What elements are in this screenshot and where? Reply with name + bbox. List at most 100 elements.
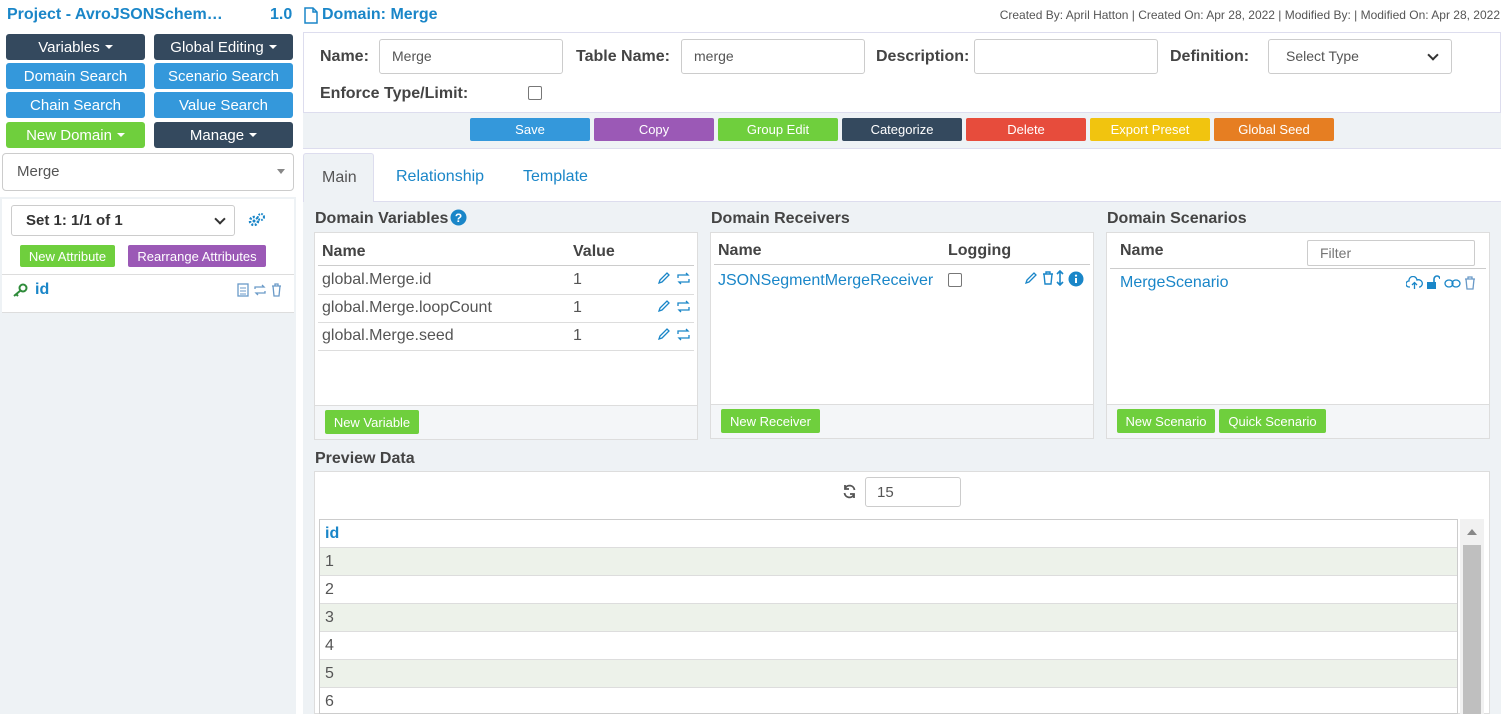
unlock-icon[interactable] — [1426, 275, 1440, 290]
repeat-icon[interactable] — [253, 283, 267, 297]
variable-value: 1 — [573, 271, 582, 288]
table-name-label: Table Name: — [576, 48, 670, 65]
divider — [318, 265, 694, 266]
description-input[interactable] — [974, 39, 1158, 74]
scrollbar-thumb[interactable] — [1463, 545, 1481, 714]
grid-row: 4 — [320, 632, 1457, 660]
help-icon[interactable]: ? — [450, 209, 467, 226]
repeat-icon[interactable] — [676, 272, 691, 285]
description-label: Description: — [876, 48, 970, 65]
gears-icon[interactable] — [248, 212, 266, 228]
definition-select[interactable]: Select Type — [1268, 39, 1452, 74]
scenario-link[interactable]: MergeScenario — [1120, 274, 1229, 292]
trash-icon[interactable] — [270, 283, 283, 297]
domain-variables-title: Domain Variables — [315, 210, 449, 227]
manage-dropdown[interactable]: Manage — [154, 122, 293, 148]
audit-info: Created By: April Hatton | Created On: A… — [999, 8, 1500, 22]
tab-main[interactable]: Main — [303, 153, 374, 203]
copy-button[interactable]: Copy — [594, 118, 714, 141]
new-domain-dropdown[interactable]: New Domain — [6, 122, 145, 148]
preview-count-input[interactable]: 15 — [865, 477, 961, 507]
tab-relationship[interactable]: Relationship — [378, 153, 502, 203]
new-scenario-button[interactable]: New Scenario — [1117, 409, 1215, 433]
save-button[interactable]: Save — [470, 118, 590, 141]
name-label: Name: — [320, 48, 369, 65]
scenario-search-button[interactable]: Scenario Search — [154, 63, 293, 89]
global-editing-dropdown[interactable]: Global Editing — [154, 34, 293, 60]
svg-text:?: ? — [455, 211, 462, 225]
chain-link-icon[interactable] — [1444, 279, 1461, 288]
divider — [1110, 268, 1486, 269]
caret-down-icon — [104, 45, 113, 49]
cloud-upload-icon[interactable] — [1406, 276, 1423, 290]
document-icon — [304, 6, 318, 24]
scroll-up-icon[interactable] — [1467, 528, 1477, 535]
scenario-filter-input[interactable] — [1307, 240, 1475, 266]
sort-icon[interactable] — [1056, 270, 1064, 286]
preview-data-title: Preview Data — [315, 450, 415, 467]
pencil-icon[interactable] — [657, 327, 671, 341]
divider — [318, 322, 694, 323]
domain-select-value: Merge — [17, 163, 60, 180]
project-version: 1.0 — [270, 6, 293, 23]
quick-scenario-button[interactable]: Quick Scenario — [1219, 409, 1326, 433]
domain-select[interactable]: Merge — [2, 153, 294, 191]
receiver-link[interactable]: JSONSegmentMergeReceiver — [718, 272, 933, 290]
grid-row: 5 — [320, 660, 1457, 688]
tab-template[interactable]: Template — [505, 153, 606, 203]
grid-row: 1 — [320, 548, 1457, 576]
pencil-icon[interactable] — [657, 271, 671, 285]
name-input[interactable]: Merge — [379, 39, 563, 74]
variables-label: Variables — [38, 38, 100, 56]
chevron-down-icon — [214, 213, 226, 225]
group-edit-button[interactable]: Group Edit — [718, 118, 838, 141]
repeat-icon[interactable] — [676, 300, 691, 313]
variables-name-header: Name — [322, 243, 366, 260]
definition-label: Definition: — [1170, 48, 1250, 65]
delete-button[interactable]: Delete — [966, 118, 1086, 141]
manage-label: Manage — [189, 126, 245, 144]
domain-title-text: Domain: Merge — [322, 6, 438, 23]
enforce-checkbox[interactable] — [528, 86, 542, 100]
export-preset-button[interactable]: Export Preset — [1090, 118, 1210, 141]
grid-row: 2 — [320, 576, 1457, 604]
preview-grid: id 1 2 3 4 5 6 — [319, 519, 1458, 714]
global-seed-button[interactable]: Global Seed — [1214, 118, 1334, 141]
categorize-button[interactable]: Categorize — [842, 118, 962, 141]
pencil-icon[interactable] — [1024, 271, 1038, 285]
set-select[interactable]: Set 1: 1/1 of 1 — [11, 205, 235, 236]
table-name-input[interactable]: merge — [681, 39, 865, 74]
new-domain-label: New Domain — [26, 126, 112, 144]
logging-checkbox[interactable] — [948, 273, 962, 287]
grid-row: 6 — [320, 688, 1457, 714]
info-icon[interactable] — [1068, 271, 1084, 287]
trash-icon[interactable] — [1042, 271, 1054, 285]
trash-icon[interactable] — [1464, 276, 1476, 290]
variables-value-header: Value — [573, 243, 615, 260]
rearrange-attributes-button[interactable]: Rearrange Attributes — [128, 245, 266, 267]
new-attribute-button[interactable]: New Attribute — [20, 245, 115, 267]
chain-search-button[interactable]: Chain Search — [6, 92, 145, 118]
new-receiver-button[interactable]: New Receiver — [721, 409, 820, 433]
domain-search-button[interactable]: Domain Search — [6, 63, 145, 89]
grid-header-id[interactable]: id — [320, 520, 1457, 548]
pencil-icon[interactable] — [657, 299, 671, 313]
value-search-button[interactable]: Value Search — [154, 92, 293, 118]
enforce-label: Enforce Type/Limit: — [320, 85, 469, 102]
attribute-edit-icon[interactable] — [236, 283, 250, 297]
variable-name: global.Merge.seed — [322, 327, 454, 344]
variable-name: global.Merge.loopCount — [322, 299, 492, 316]
scenarios-name-header: Name — [1120, 242, 1164, 259]
repeat-icon[interactable] — [676, 328, 691, 341]
caret-down-icon — [116, 133, 125, 137]
grid-row: 3 — [320, 604, 1457, 632]
attribute-id-link[interactable]: id — [35, 281, 49, 299]
key-icon — [13, 283, 28, 297]
refresh-icon[interactable] — [842, 484, 857, 499]
chevron-down-icon — [1427, 49, 1439, 61]
new-variable-button[interactable]: New Variable — [325, 410, 419, 434]
project-title[interactable]: Project - AvroJSONSchem… — [7, 6, 223, 24]
variable-name: global.Merge.id — [322, 271, 432, 288]
global-editing-label: Global Editing — [170, 38, 264, 56]
variables-dropdown[interactable]: Variables — [6, 34, 145, 60]
